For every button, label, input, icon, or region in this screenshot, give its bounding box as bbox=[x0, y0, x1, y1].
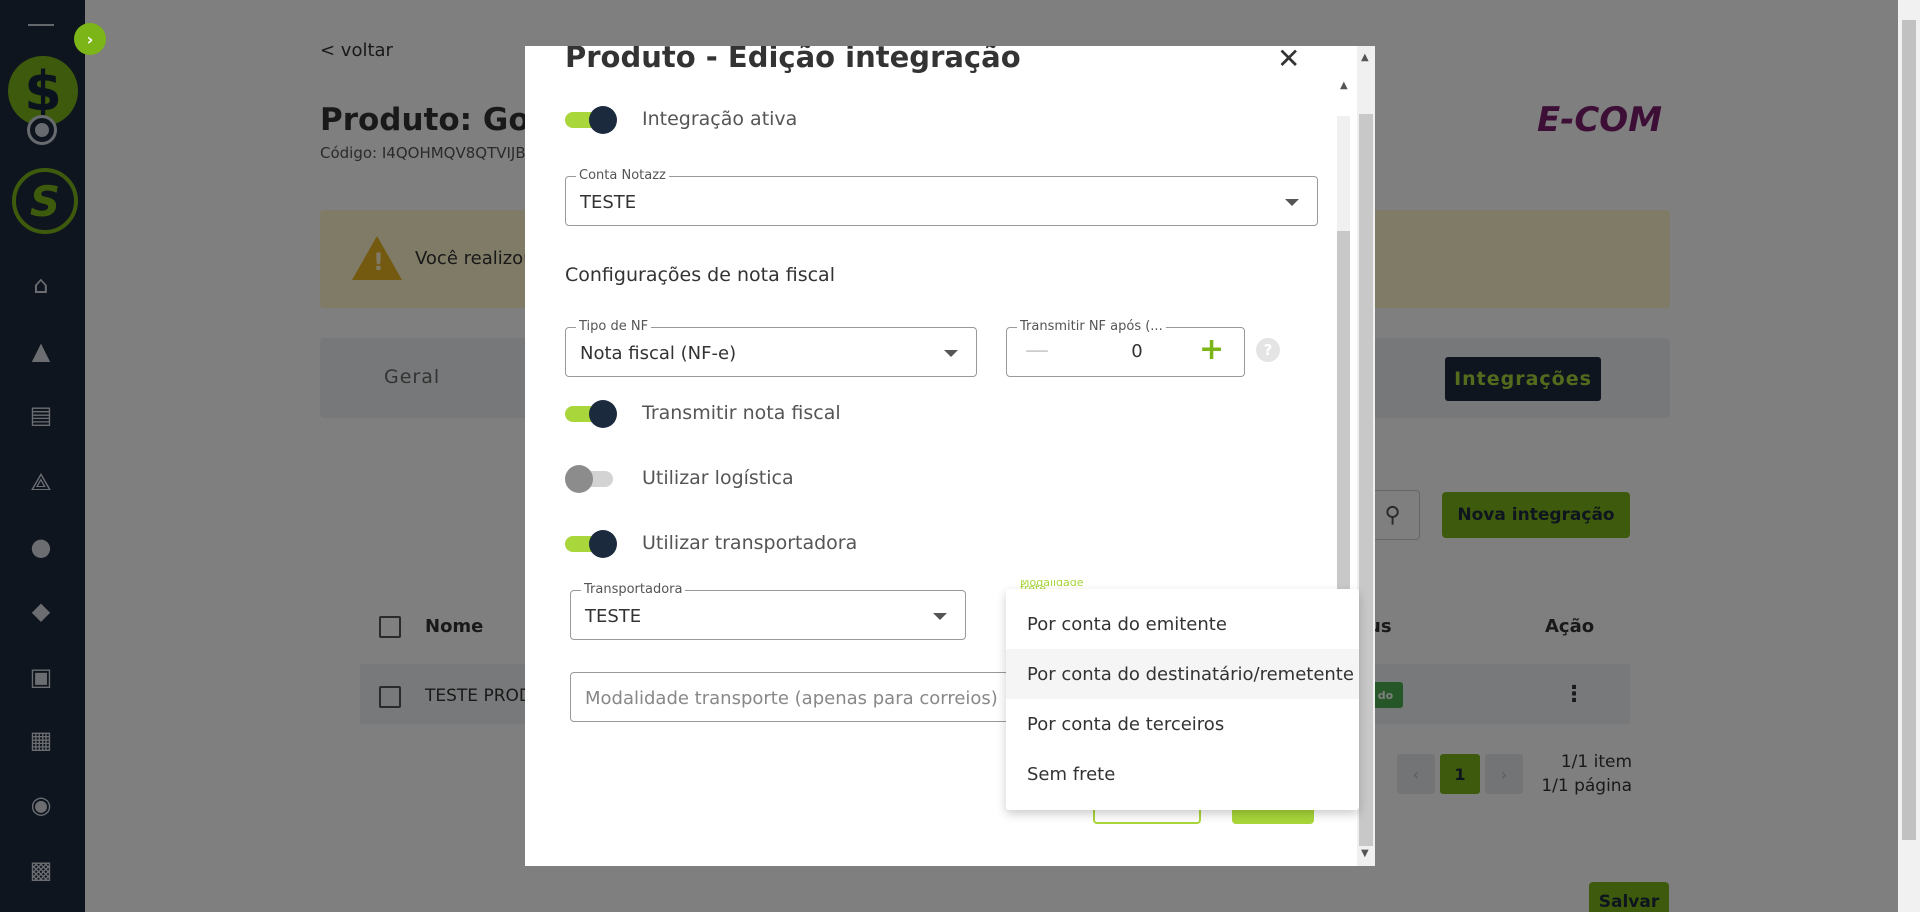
close-icon[interactable]: ✕ bbox=[1277, 46, 1300, 75]
modalidade-frete-dropdown: Por conta do emitente Por conta do desti… bbox=[1006, 589, 1359, 810]
dropdown-option[interactable]: Sem frete bbox=[1006, 749, 1359, 799]
tipo-nf-value: Nota fiscal (NF-e) bbox=[580, 343, 737, 364]
modalidade-transporte-placeholder: Modalidade transporte (apenas para corre… bbox=[585, 688, 998, 709]
dropdown-arrow-icon bbox=[933, 613, 947, 620]
modalidade-transporte-select[interactable]: Modalidade transporte (apenas para corre… bbox=[570, 672, 1010, 722]
tipo-nf-label: Tipo de NF bbox=[576, 319, 652, 334]
integracao-ativa-toggle[interactable] bbox=[565, 106, 617, 134]
modal-title: Produto - Edição integração bbox=[565, 46, 1021, 74]
tipo-nf-select[interactable]: Tipo de NF Nota fiscal (NF-e) bbox=[565, 319, 977, 377]
utilizar-transportadora-toggle[interactable] bbox=[565, 530, 617, 558]
dropdown-option[interactable]: Por conta do emitente bbox=[1006, 599, 1359, 649]
utilizar-logistica-toggle[interactable] bbox=[565, 465, 615, 493]
transmitir-nf-label: Transmitir nota fiscal bbox=[642, 402, 841, 424]
toggle-knob bbox=[565, 465, 593, 493]
section-heading: Configurações de nota fiscal bbox=[565, 264, 835, 286]
conta-notazz-value: TESTE bbox=[580, 192, 637, 213]
utilizar-logistica-label: Utilizar logística bbox=[642, 467, 794, 489]
dropdown-arrow-icon bbox=[1285, 199, 1299, 206]
modal-scrollbar-thumb[interactable] bbox=[1359, 114, 1373, 846]
minus-icon[interactable]: — bbox=[1025, 336, 1049, 364]
transmitir-apos-value[interactable]: 0 bbox=[1107, 341, 1167, 362]
plus-icon[interactable]: + bbox=[1199, 332, 1224, 367]
scroll-up-arrow-icon[interactable]: ▲ bbox=[1361, 52, 1369, 63]
transmitir-apos-stepper[interactable]: Transmitir NF após (... — 0 + bbox=[1006, 319, 1245, 377]
dropdown-option[interactable]: Por conta de terceiros bbox=[1006, 699, 1359, 749]
transmitir-nf-toggle[interactable] bbox=[565, 400, 617, 428]
body-scroll-up-arrow-icon[interactable]: ▲ bbox=[1340, 80, 1348, 91]
utilizar-transportadora-label: Utilizar transportadora bbox=[642, 532, 858, 554]
scroll-down-arrow-icon[interactable]: ▼ bbox=[1361, 848, 1369, 859]
conta-notazz-select[interactable]: Conta Notazz TESTE bbox=[565, 168, 1318, 226]
window-scrollbar-thumb[interactable] bbox=[1902, 20, 1916, 840]
integracao-ativa-label: Integração ativa bbox=[642, 108, 798, 130]
transportadora-select[interactable]: Transportadora TESTE bbox=[570, 582, 966, 640]
expand-sidebar-icon[interactable]: › bbox=[74, 23, 106, 55]
toggle-knob bbox=[589, 530, 617, 558]
dropdown-arrow-icon bbox=[944, 350, 958, 357]
modal-body-scrollbar-thumb[interactable] bbox=[1337, 231, 1350, 636]
toggle-knob bbox=[589, 400, 617, 428]
dropdown-option[interactable]: Por conta do destinatário/remetente bbox=[1006, 649, 1359, 699]
transmitir-apos-label: Transmitir NF após (... bbox=[1017, 319, 1166, 334]
help-icon[interactable]: ? bbox=[1256, 338, 1280, 362]
transportadora-value: TESTE bbox=[585, 606, 642, 627]
transportadora-label: Transportadora bbox=[581, 582, 686, 597]
conta-notazz-label: Conta Notazz bbox=[576, 168, 669, 183]
toggle-knob bbox=[589, 106, 617, 134]
